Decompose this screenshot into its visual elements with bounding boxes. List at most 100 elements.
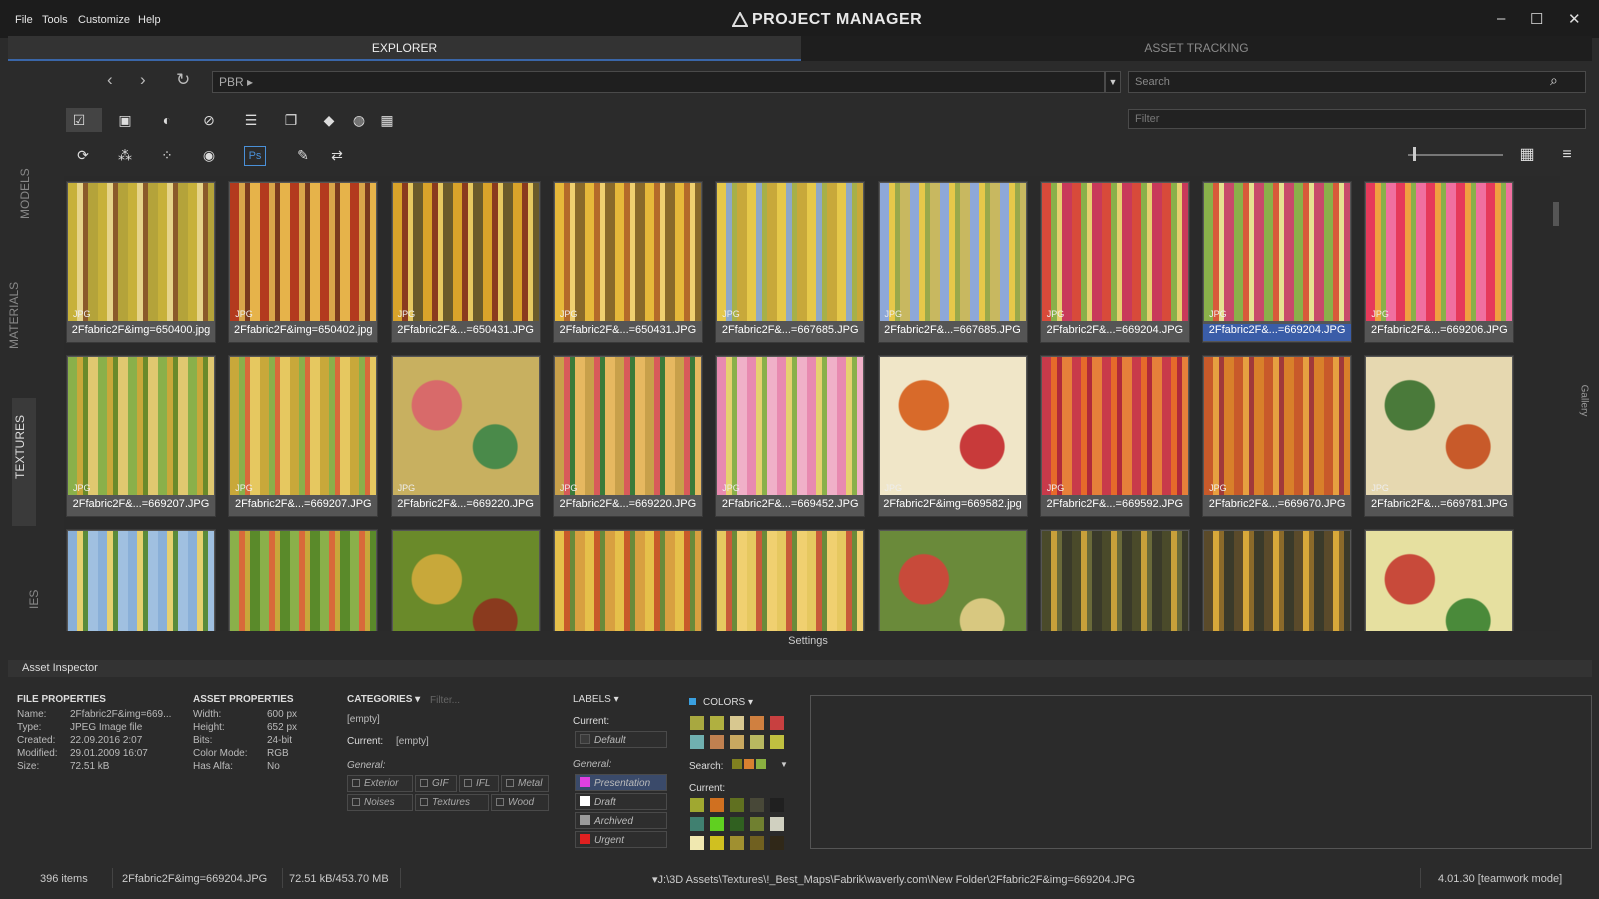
search-input[interactable]: Search xyxy=(1128,71,1586,93)
edit-icon[interactable]: ✎ xyxy=(292,145,314,165)
side-tab-ies[interactable]: IES xyxy=(17,585,51,609)
current-color-swatch[interactable] xyxy=(750,836,764,850)
texture-thumbnail[interactable]: JPG 2Ffabric2F&...=669452.JPG xyxy=(715,355,866,517)
zoom-slider[interactable] xyxy=(1408,154,1503,156)
render-icon[interactable]: ⟳ xyxy=(72,145,94,165)
materials-icon[interactable]: ⁂ xyxy=(114,145,136,165)
forward-icon[interactable]: › xyxy=(140,70,146,90)
texture-thumbnail[interactable]: JPG 2Ffabric2F&...=669207.JPG xyxy=(66,355,216,517)
color-palette-swatch[interactable] xyxy=(750,735,764,749)
texture-thumbnail[interactable] xyxy=(1364,529,1515,631)
frame-icon[interactable]: ◉ xyxy=(198,145,220,165)
category-tag[interactable]: Metal xyxy=(501,775,549,792)
texture-thumbnail[interactable]: JPG 2Ffabric2F&...=650431.JPG xyxy=(552,181,703,343)
texture-thumbnail[interactable]: JPG 2Ffabric2F&...=669207.JPG xyxy=(228,355,379,517)
checkbox-icon[interactable] xyxy=(420,798,428,806)
search-color-swatch[interactable] xyxy=(756,759,766,769)
view-grid-icon[interactable]: ▦ xyxy=(1516,145,1538,165)
zoom-slider-handle[interactable] xyxy=(1413,147,1416,161)
layers-icon[interactable]: ▣ xyxy=(114,110,136,130)
side-tab-textures[interactable]: TEXTURES xyxy=(3,415,37,479)
side-tab-models[interactable]: MODELS xyxy=(8,168,42,219)
back-icon[interactable]: ‹ xyxy=(107,70,113,90)
texture-thumbnail[interactable]: JPG 2Ffabric2F&...=669592.JPG xyxy=(1039,355,1190,517)
texture-thumbnail[interactable]: JPG 2Ffabric2F&img=650400.jpg xyxy=(66,181,216,343)
menu-tools[interactable]: Tools xyxy=(42,14,68,26)
category-tag[interactable]: Wood xyxy=(491,794,549,811)
close-button[interactable]: ✕ xyxy=(1568,10,1581,28)
texture-thumbnail[interactable]: JPG 2Ffabric2F&...=669220.JPG xyxy=(390,355,541,517)
menu-help[interactable]: Help xyxy=(138,14,161,26)
convert-icon[interactable]: ⇄ xyxy=(326,145,348,165)
tag-icon[interactable]: ◆ xyxy=(318,110,340,130)
label-default[interactable]: Default xyxy=(575,731,667,748)
current-color-swatch[interactable] xyxy=(710,817,724,831)
texture-thumbnail[interactable]: JPG 2Ffabric2F&...=667685.JPG xyxy=(715,181,866,343)
side-tab-materials[interactable]: MATERIALS xyxy=(0,282,31,349)
texture-thumbnail[interactable]: JPG 2Ffabric2F&...=669206.JPG xyxy=(1364,181,1515,343)
label-item[interactable]: Urgent xyxy=(575,831,667,848)
texture-thumbnail[interactable] xyxy=(1039,529,1190,631)
label-item[interactable]: Archived xyxy=(575,812,667,829)
color-wheel-icon[interactable]: ◍ xyxy=(348,110,370,130)
color-palette-swatch[interactable] xyxy=(730,735,744,749)
texture-thumbnail[interactable]: JPG 2Ffabric2F&...=669781.JPG xyxy=(1364,355,1515,517)
checklist-icon[interactable]: ☑ xyxy=(68,110,90,130)
color-palette-swatch[interactable] xyxy=(710,716,724,730)
labels-header[interactable]: LABELS ▾ xyxy=(573,694,619,705)
current-color-swatch[interactable] xyxy=(690,798,704,812)
color-palette-swatch[interactable] xyxy=(690,716,704,730)
color-palette-swatch[interactable] xyxy=(690,735,704,749)
texture-thumbnail[interactable]: JPG 2Ffabric2F&...=669204.JPG xyxy=(1202,181,1353,343)
search-color-swatch[interactable] xyxy=(732,759,742,769)
copy-icon[interactable]: ❐ xyxy=(280,110,302,130)
texture-thumbnail[interactable]: JPG 2Ffabric2F&img=650402.jpg xyxy=(228,181,379,343)
refresh-icon[interactable]: ↻ xyxy=(176,70,190,90)
texture-thumbnail[interactable] xyxy=(877,529,1028,631)
color-palette-swatch[interactable] xyxy=(770,716,784,730)
current-color-swatch[interactable] xyxy=(750,817,764,831)
color-palette-swatch[interactable] xyxy=(730,716,744,730)
filter-input[interactable]: Filter xyxy=(1128,109,1586,129)
search-icon[interactable]: ⌕ xyxy=(1550,72,1558,89)
texture-thumbnail[interactable]: JPG 2Ffabric2F&img=669582.jpg xyxy=(877,355,1028,517)
checkbox-icon[interactable] xyxy=(464,779,472,787)
texture-thumbnail[interactable]: JPG 2Ffabric2F&...=650431.JPG xyxy=(390,181,541,343)
path-input[interactable]: PBR ▸ xyxy=(212,71,1105,93)
checkbox-icon[interactable] xyxy=(420,779,428,787)
current-color-swatch[interactable] xyxy=(730,836,744,850)
tab-explorer[interactable]: EXPLORER xyxy=(8,36,801,61)
category-tag[interactable]: GIF xyxy=(415,775,457,792)
texture-thumbnail[interactable] xyxy=(228,529,379,631)
texture-thumbnail[interactable]: JPG 2Ffabric2F&...=669220.JPG xyxy=(552,355,703,517)
sort-icon[interactable]: ≡ xyxy=(1556,145,1578,165)
scatter-icon[interactable]: ⁘ xyxy=(156,145,178,165)
current-color-swatch[interactable] xyxy=(730,798,744,812)
settings-bar[interactable]: Settings xyxy=(56,632,1560,650)
category-tag[interactable]: Noises xyxy=(347,794,413,811)
checkbox-icon[interactable] xyxy=(496,798,504,806)
grid-icon[interactable]: ▦ xyxy=(376,110,398,130)
chevron-down-icon[interactable]: ▼ xyxy=(780,760,788,769)
texture-thumbnail[interactable] xyxy=(66,529,216,631)
category-tag[interactable]: Exterior xyxy=(347,775,413,792)
checkbox-icon[interactable] xyxy=(506,779,514,787)
current-color-swatch[interactable] xyxy=(690,817,704,831)
hide-icon[interactable]: ⊘ xyxy=(198,110,220,130)
grid-scrollbar-thumb[interactable] xyxy=(1553,202,1559,226)
texture-thumbnail[interactable] xyxy=(390,529,541,631)
current-color-swatch[interactable] xyxy=(750,798,764,812)
checkbox-icon[interactable] xyxy=(352,798,360,806)
label-item[interactable]: Presentation xyxy=(575,774,667,791)
category-tag[interactable]: IFL xyxy=(459,775,499,792)
texture-thumbnail[interactable] xyxy=(715,529,866,631)
texture-thumbnail[interactable]: JPG 2Ffabric2F&...=669670.JPG xyxy=(1202,355,1353,517)
texture-thumbnail[interactable] xyxy=(1202,529,1353,631)
asset-grid[interactable]: JPG 2Ffabric2F&img=650400.jpg JPG 2Ffabric2… xyxy=(64,176,1560,631)
current-color-swatch[interactable] xyxy=(770,817,784,831)
menu-file[interactable]: File xyxy=(15,14,33,26)
search-color-swatch[interactable] xyxy=(744,759,754,769)
texture-thumbnail[interactable]: JPG 2Ffabric2F&...=667685.JPG xyxy=(877,181,1028,343)
color-palette-swatch[interactable] xyxy=(750,716,764,730)
colors-header[interactable]: COLORS ▾ xyxy=(703,697,753,708)
